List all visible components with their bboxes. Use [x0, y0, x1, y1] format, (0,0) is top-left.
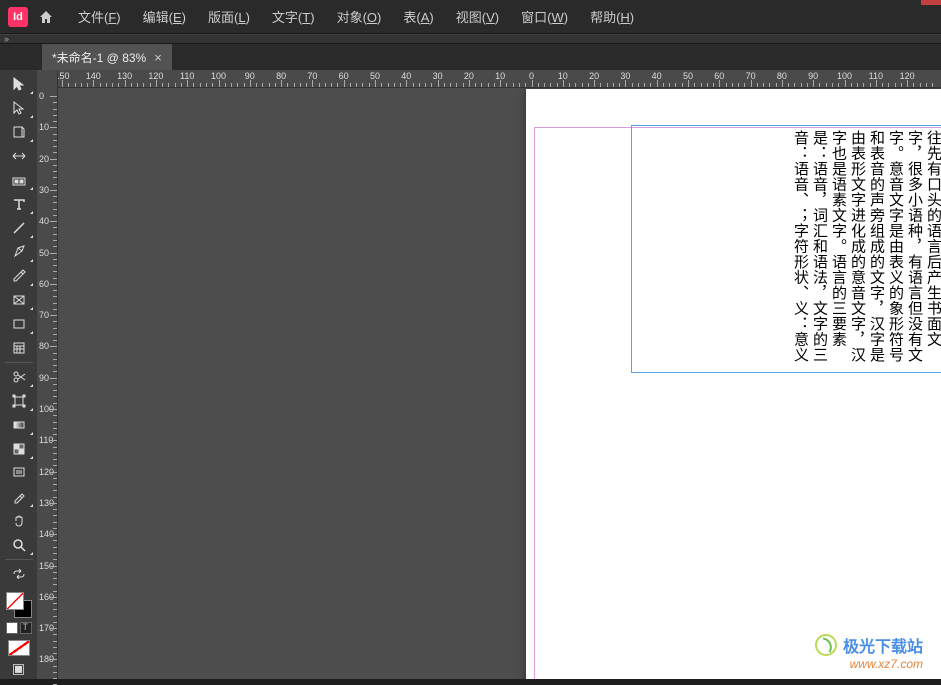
- menu-object[interactable]: 对象(O): [327, 3, 392, 30]
- type-tool-icon[interactable]: [3, 192, 35, 216]
- menu-view[interactable]: 视图(V): [446, 3, 509, 30]
- menu-layout[interactable]: 版面(L): [198, 3, 260, 30]
- scissors-tool-icon[interactable]: [3, 365, 35, 389]
- tab-title: *未命名-1 @ 83%: [52, 49, 146, 66]
- table-tool-icon[interactable]: [3, 336, 35, 360]
- tool-separator: [5, 362, 33, 363]
- zoom-tool-icon[interactable]: [3, 533, 35, 557]
- document-tabbar: *未命名-1 @ 83% ×: [0, 44, 941, 70]
- toolbox: ▣: [0, 70, 37, 679]
- home-icon[interactable]: [36, 7, 56, 27]
- vruler-label: 60: [39, 279, 49, 289]
- line-tool-icon[interactable]: [3, 216, 35, 240]
- format-container-icon[interactable]: [6, 622, 18, 634]
- free-transform-tool-icon[interactable]: [3, 389, 35, 413]
- fill-swatch[interactable]: [6, 592, 24, 610]
- menu-help[interactable]: 帮助(H): [580, 3, 644, 30]
- expand-chevron-icon[interactable]: »: [4, 34, 9, 44]
- tool-separator: [5, 559, 33, 560]
- menu-type[interactable]: 文字(T): [262, 3, 325, 30]
- vruler-label: 70: [39, 310, 49, 320]
- menu-file[interactable]: 文件(F): [68, 3, 131, 30]
- vruler-label: 0: [39, 91, 44, 101]
- menu-window[interactable]: 窗口(W): [511, 3, 578, 30]
- vertical-ruler[interactable]: 0102030405060708090100110120130140150160…: [37, 70, 58, 679]
- vruler-label: 80: [39, 341, 49, 351]
- note-tool-icon[interactable]: [3, 461, 35, 485]
- vruler-label: 50: [39, 248, 49, 258]
- gradient-swatch-tool-icon[interactable]: [3, 413, 35, 437]
- document-tab[interactable]: *未命名-1 @ 83% ×: [42, 44, 173, 70]
- tab-close-icon[interactable]: ×: [154, 50, 162, 65]
- pencil-tool-icon[interactable]: [3, 264, 35, 288]
- content-collector-tool-icon[interactable]: [3, 168, 35, 192]
- pen-tool-icon[interactable]: [3, 240, 35, 264]
- direct-selection-tool-icon[interactable]: [3, 96, 35, 120]
- horizontal-ruler[interactable]: 1501401301201101009080706050403020100102…: [58, 70, 941, 88]
- control-strip: »: [0, 34, 941, 44]
- workspace: ▣ 01020304050607080901001101201301401501…: [0, 70, 941, 679]
- canvas[interactable]: 1501401301201101009080706050403020100102…: [58, 70, 941, 679]
- apply-none-icon[interactable]: [8, 640, 30, 656]
- fill-stroke-swatch[interactable]: [4, 590, 34, 620]
- hand-tool-icon[interactable]: [3, 509, 35, 533]
- vruler-label: 40: [39, 216, 49, 226]
- menubar: Id 文件(F) 编辑(E) 版面(L) 文字(T) 对象(O) 表(A) 视图…: [0, 0, 941, 34]
- vruler-label: 10: [39, 122, 49, 132]
- app-icon: Id: [8, 7, 28, 27]
- gradient-feather-tool-icon[interactable]: [3, 437, 35, 461]
- rectangle-tool-icon[interactable]: [3, 312, 35, 336]
- selection-tool-icon[interactable]: [3, 72, 35, 96]
- hruler-label: 150: [58, 71, 70, 81]
- swap-fill-stroke-icon[interactable]: [3, 562, 35, 586]
- rectangle-frame-tool-icon[interactable]: [3, 288, 35, 312]
- text-frame[interactable]: 文字是人类用表义符号记录表达信息以传之久远的方式和工具。现代文字多是记录语言的工…: [631, 125, 941, 373]
- document-page[interactable]: 文字是人类用表义符号记录表达信息以传之久远的方式和工具。现代文字多是记录语言的工…: [526, 89, 941, 679]
- vruler-label: 30: [39, 185, 49, 195]
- menu-edit[interactable]: 编辑(E): [133, 3, 196, 30]
- vruler-label: 20: [39, 154, 49, 164]
- window-close-icon[interactable]: [921, 0, 941, 5]
- page-tool-icon[interactable]: [3, 120, 35, 144]
- screen-mode-icon[interactable]: ▣: [12, 660, 25, 677]
- body-text[interactable]: 文字是人类用表义符号记录表达信息以传之久远的方式和工具。现代文字多是记录语言的工…: [790, 130, 941, 368]
- format-container-text-toggle[interactable]: [6, 622, 32, 634]
- gap-tool-icon[interactable]: [3, 144, 35, 168]
- eyedropper-tool-icon[interactable]: [3, 485, 35, 509]
- format-text-icon[interactable]: [20, 622, 32, 634]
- menu-table[interactable]: 表(A): [393, 3, 443, 30]
- vruler-label: 90: [39, 373, 49, 383]
